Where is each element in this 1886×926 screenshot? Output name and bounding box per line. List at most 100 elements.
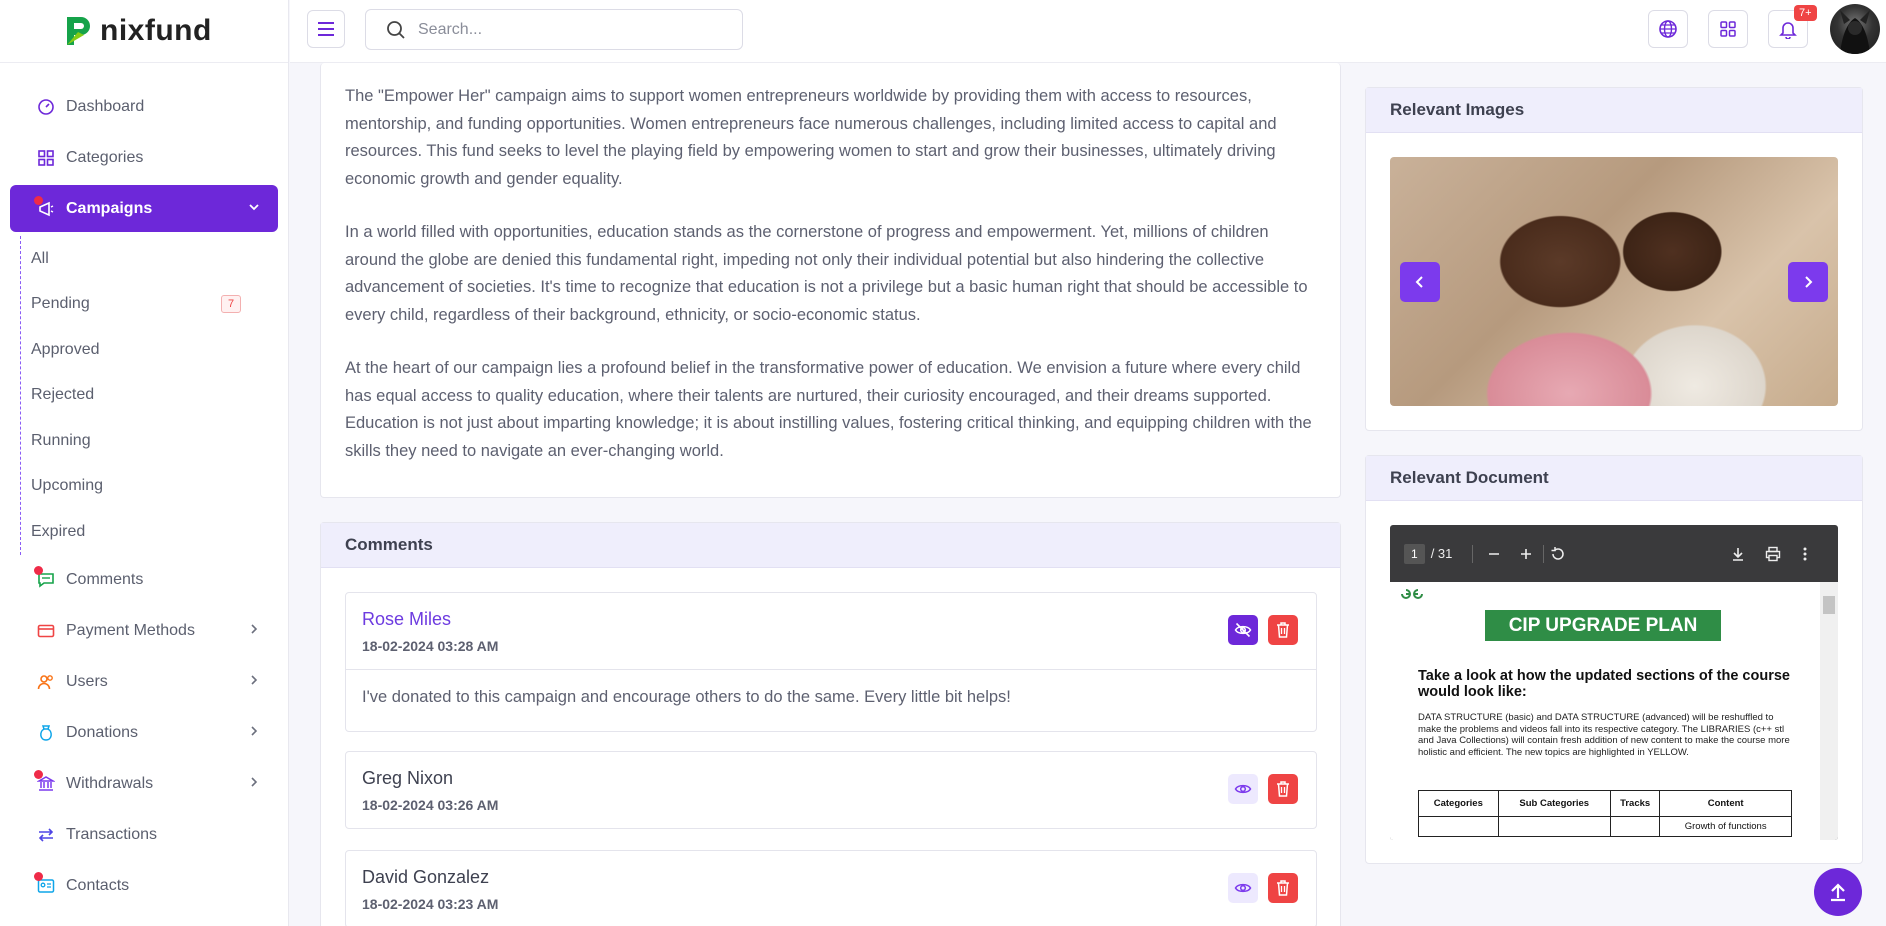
sidebar-item-comments[interactable]: Comments bbox=[10, 555, 278, 606]
relevant-images-card: Relevant Images bbox=[1365, 87, 1863, 431]
apps-grid-icon bbox=[1720, 21, 1736, 37]
notification-dot bbox=[34, 871, 43, 881]
eye-off-icon bbox=[1234, 622, 1252, 638]
pdf-table-header: Tracks bbox=[1609, 790, 1661, 817]
apps-button[interactable] bbox=[1708, 10, 1748, 48]
relevant-document-card: Relevant Document 1 / 31 CIP UPGRADE PLA… bbox=[1365, 455, 1863, 864]
trash-icon bbox=[1277, 781, 1289, 797]
chevron-right-icon bbox=[248, 724, 260, 742]
submenu-item-expired[interactable]: Expired bbox=[21, 509, 288, 555]
transfer-icon bbox=[36, 825, 56, 845]
delete-comment-button[interactable] bbox=[1268, 774, 1298, 804]
sidebar-item-label: Transactions bbox=[66, 826, 157, 843]
chevron-right-icon bbox=[248, 775, 260, 793]
more-vertical-icon[interactable] bbox=[1802, 546, 1808, 562]
chevron-right-icon bbox=[248, 673, 260, 691]
comment-author[interactable]: David Gonzalez bbox=[362, 867, 1300, 888]
pdf-subheading: Take a look at how the updated sections … bbox=[1418, 668, 1790, 700]
donation-icon bbox=[36, 723, 56, 743]
brand-name: nixfund bbox=[100, 14, 212, 47]
image-carousel[interactable] bbox=[1390, 157, 1838, 406]
images-title: Relevant Images bbox=[1366, 88, 1862, 133]
sidebar: nixfund Dashboard Categories Campaigns A… bbox=[0, 0, 289, 926]
chevron-down-icon bbox=[248, 200, 260, 218]
submenu-item-pending[interactable]: Pending 7 bbox=[21, 282, 288, 328]
carousel-next-button[interactable] bbox=[1788, 262, 1828, 302]
comment-text: I've donated to this campaign and encour… bbox=[346, 669, 1316, 731]
chevron-right-icon bbox=[248, 622, 260, 640]
pdf-table-header: Content bbox=[1659, 790, 1792, 817]
submenu-item-upcoming[interactable]: Upcoming bbox=[21, 464, 288, 510]
users-icon bbox=[36, 672, 56, 692]
delete-comment-button[interactable] bbox=[1268, 615, 1298, 645]
comments-title: Comments bbox=[321, 523, 1340, 568]
language-button[interactable] bbox=[1648, 10, 1688, 48]
download-icon[interactable] bbox=[1730, 546, 1746, 562]
notification-dot bbox=[34, 565, 43, 575]
sidebar-item-contacts[interactable]: Contacts bbox=[10, 861, 278, 912]
sidebar-item-donations[interactable]: Donations bbox=[10, 708, 278, 759]
avatar-image bbox=[1840, 10, 1870, 54]
description-paragraph: At the heart of our campaign lies a prof… bbox=[345, 359, 1312, 460]
delete-comment-button[interactable] bbox=[1268, 873, 1298, 903]
sidebar-item-label: Contacts bbox=[66, 877, 130, 894]
topbar: 7+ bbox=[290, 0, 1886, 63]
sidebar-item-categories[interactable]: Categories bbox=[10, 132, 278, 183]
hamburger-icon bbox=[318, 22, 334, 36]
grid-icon bbox=[36, 148, 56, 168]
submenu-item-rejected[interactable]: Rejected bbox=[21, 373, 288, 419]
zoom-in-icon[interactable] bbox=[1519, 547, 1533, 561]
pending-count-badge: 7 bbox=[221, 295, 242, 314]
document-title: Relevant Document bbox=[1366, 456, 1862, 501]
sidebar-item-transactions[interactable]: Transactions bbox=[10, 810, 278, 861]
pdf-paragraph: DATA STRUCTURE (basic) and DATA STRUCTUR… bbox=[1418, 712, 1790, 758]
sidebar-item-campaigns[interactable]: Campaigns bbox=[10, 185, 278, 232]
credit-card-icon bbox=[36, 621, 56, 641]
arrow-up-icon bbox=[1831, 883, 1845, 902]
submenu-item-all[interactable]: All bbox=[21, 236, 288, 282]
comment-author[interactable]: Rose Miles bbox=[362, 609, 1300, 630]
pdf-viewer: 1 / 31 CIP UPGRADE PLAN Take a look at h… bbox=[1390, 525, 1838, 840]
pdf-scrollbar[interactable] bbox=[1820, 582, 1838, 840]
sidebar-item-payment-methods[interactable]: Payment Methods bbox=[10, 606, 278, 657]
view-comment-button[interactable] bbox=[1228, 774, 1258, 804]
zoom-out-icon[interactable] bbox=[1487, 547, 1501, 561]
carousel-prev-button[interactable] bbox=[1400, 262, 1440, 302]
logo[interactable]: nixfund bbox=[0, 0, 288, 63]
trash-icon bbox=[1277, 622, 1289, 638]
user-avatar[interactable] bbox=[1830, 4, 1880, 54]
comment-item: Greg Nixon 18-02-2024 03:26 AM bbox=[345, 751, 1317, 829]
sidebar-item-label: Withdrawals bbox=[66, 775, 154, 792]
sidebar-item-dashboard[interactable]: Dashboard bbox=[10, 81, 278, 132]
search-input[interactable] bbox=[418, 20, 718, 39]
view-comment-button[interactable] bbox=[1228, 873, 1258, 903]
print-icon[interactable] bbox=[1765, 546, 1781, 562]
dashboard-icon bbox=[36, 97, 56, 117]
comments-card: Comments Rose Miles 18-02-2024 03:28 AM … bbox=[320, 522, 1341, 926]
logo-icon bbox=[67, 17, 90, 45]
page-number-input[interactable]: 1 bbox=[1404, 543, 1425, 564]
chevron-left-icon bbox=[1415, 276, 1423, 288]
sidebar-item-users[interactable]: Users bbox=[10, 657, 278, 708]
sidebar-item-label: Donations bbox=[66, 724, 139, 741]
submenu-item-approved[interactable]: Approved bbox=[21, 327, 288, 373]
pdf-table-header: Sub Categories bbox=[1497, 790, 1611, 817]
pdf-toolbar: 1 / 31 bbox=[1390, 525, 1838, 582]
campaigns-submenu: All Pending 7 Approved Rejected Running … bbox=[20, 236, 288, 555]
pdf-page: CIP UPGRADE PLAN Take a look at how the … bbox=[1390, 582, 1820, 840]
sidebar-nav: Dashboard Categories Campaigns All Pendi… bbox=[0, 63, 288, 912]
notification-count-badge: 7+ bbox=[1794, 5, 1817, 21]
sidebar-item-withdrawals[interactable]: Withdrawals bbox=[10, 759, 278, 810]
comment-author[interactable]: Greg Nixon bbox=[362, 768, 1300, 789]
search-bar bbox=[365, 9, 743, 50]
scroll-to-top-button[interactable] bbox=[1814, 868, 1862, 916]
hide-comment-button[interactable] bbox=[1228, 615, 1258, 645]
bell-icon bbox=[1779, 22, 1797, 39]
submenu-item-running[interactable]: Running bbox=[21, 418, 288, 464]
globe-icon bbox=[1659, 20, 1677, 38]
sidebar-item-label: Users bbox=[66, 673, 108, 690]
menu-toggle-button[interactable] bbox=[307, 10, 345, 48]
eye-icon bbox=[1234, 883, 1252, 893]
sidebar-item-label: Payment Methods bbox=[66, 622, 195, 639]
rotate-icon[interactable] bbox=[1550, 546, 1566, 562]
